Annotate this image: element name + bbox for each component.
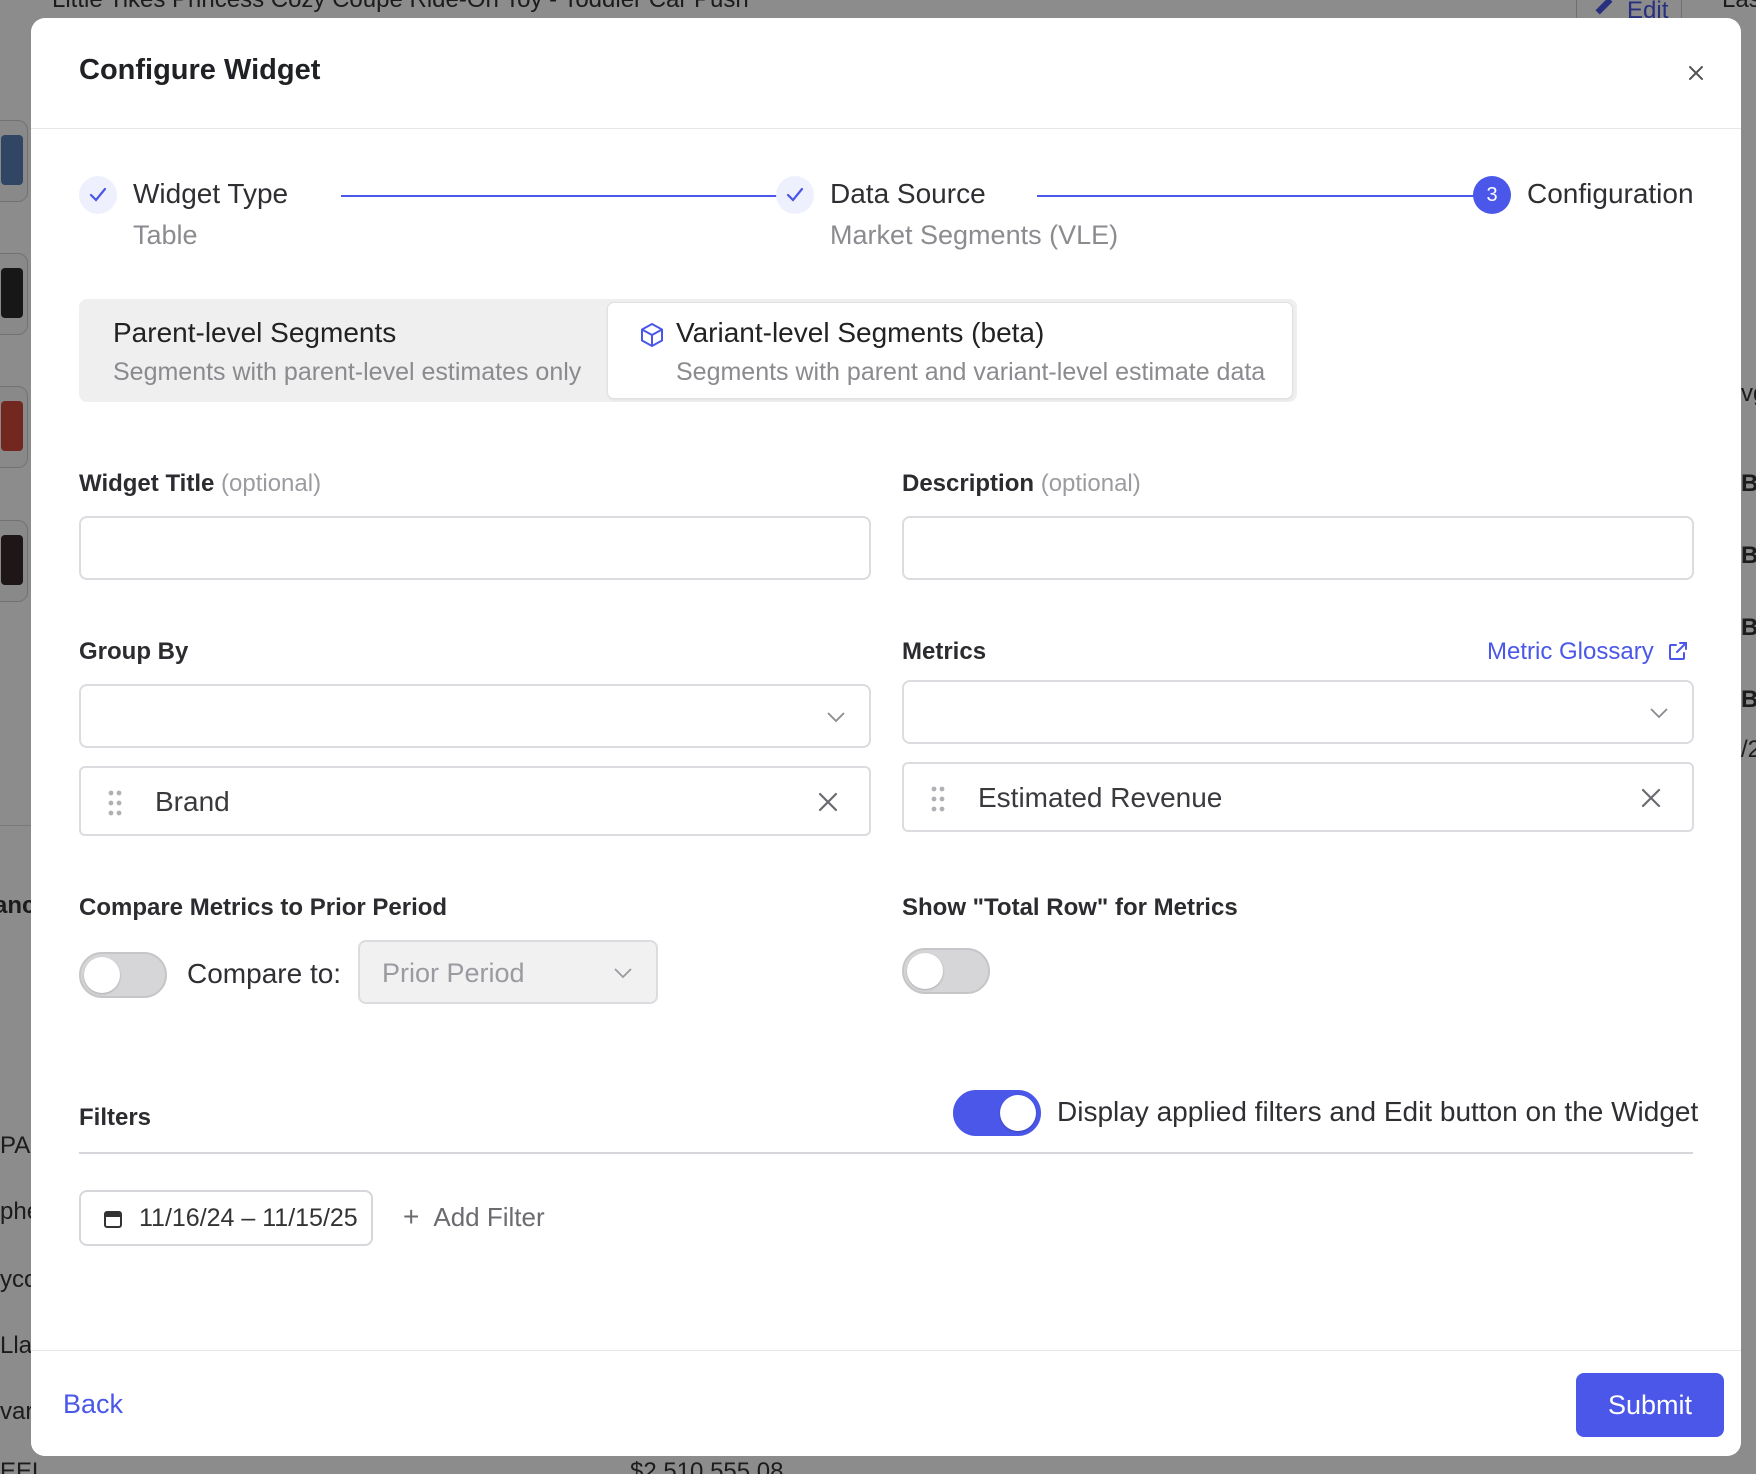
variant-level-segments-option[interactable]: Variant-level Segments (beta) Segments w… <box>607 302 1293 399</box>
metrics-chip[interactable]: Estimated Revenue <box>902 762 1694 832</box>
filters-label: Filters <box>79 1104 152 1131</box>
group-by-chip[interactable]: Brand <box>79 766 871 836</box>
compare-to-label: Compare to: <box>187 958 342 989</box>
group-by-label: Group By <box>79 638 189 665</box>
step-sub: Table <box>133 220 198 250</box>
group-by-select[interactable] <box>79 684 871 748</box>
compare-label: Compare Metrics to Prior Period <box>79 894 448 921</box>
step-connector <box>341 195 783 197</box>
drag-handle-icon[interactable] <box>107 788 123 818</box>
modal-header: Configure Widget <box>31 18 1741 129</box>
configure-widget-modal: Configure Widget Widget Type Table Data … <box>31 18 1741 1456</box>
chevron-down-icon <box>827 712 845 723</box>
step-label: Configuration <box>1527 178 1694 209</box>
remove-icon[interactable] <box>817 791 839 813</box>
compare-to-value: Prior Period <box>382 958 525 988</box>
total-row-toggle[interactable] <box>902 948 990 994</box>
segment-description: Segments with parent-level estimates onl… <box>113 358 582 386</box>
filters-divider <box>79 1152 1693 1154</box>
step-connector <box>1037 195 1479 197</box>
remove-icon[interactable] <box>1640 787 1662 809</box>
step-number-badge: 3 <box>1473 176 1511 214</box>
chip-label: Estimated Revenue <box>978 782 1223 813</box>
toggle-knob <box>907 953 943 989</box>
compare-toggle[interactable] <box>79 952 167 998</box>
total-row-label: Show "Total Row" for Metrics <box>902 894 1238 921</box>
parent-level-segments-option[interactable]: Parent-level Segments Segments with pare… <box>79 299 607 402</box>
submit-button[interactable]: Submit <box>1576 1373 1724 1437</box>
segment-level-selector: Parent-level Segments Segments with pare… <box>79 299 1297 402</box>
widget-title-label: Widget Title (optional) <box>79 470 322 497</box>
back-button[interactable]: Back <box>63 1389 123 1420</box>
toggle-knob <box>1000 1095 1036 1131</box>
step-label: Widget Type <box>133 178 289 209</box>
metrics-select[interactable] <box>902 680 1694 744</box>
description-input[interactable] <box>902 516 1694 580</box>
step-label: Data Source <box>830 178 986 209</box>
external-link-icon <box>1669 642 1688 660</box>
display-filters-label: Display applied filters and Edit button … <box>1057 1096 1699 1127</box>
date-range-filter[interactable]: 11/16/24 – 11/15/25 <box>79 1190 373 1246</box>
date-range-value: 11/16/24 – 11/15/25 <box>139 1204 358 1232</box>
check-icon <box>79 176 117 214</box>
segment-title: Variant-level Segments (beta) <box>676 317 1045 348</box>
add-filter-button[interactable]: + Add Filter <box>403 1201 545 1233</box>
widget-title-input[interactable] <box>79 516 871 580</box>
drag-handle-icon[interactable] <box>930 784 946 814</box>
toggle-knob <box>84 957 120 993</box>
close-icon[interactable] <box>1685 62 1707 84</box>
chevron-down-icon <box>1650 708 1668 719</box>
calendar-icon <box>104 1211 122 1228</box>
segment-description: Segments with parent and variant-level e… <box>676 358 1266 386</box>
metrics-label: Metrics <box>902 638 987 665</box>
metric-glossary-link[interactable]: Metric Glossary <box>1487 638 1690 666</box>
chevron-down-icon <box>614 968 632 979</box>
step-sub: Market Segments (VLE) <box>830 220 1119 250</box>
chip-label: Brand <box>155 786 230 817</box>
stepper: Widget Type Table Data Source Market Seg… <box>79 176 1694 286</box>
display-filters-toggle[interactable] <box>953 1090 1041 1136</box>
compare-to-select: Prior Period <box>358 940 658 1004</box>
segment-title: Parent-level Segments <box>113 317 397 348</box>
modal-footer: Back Submit <box>31 1350 1741 1456</box>
plus-icon: + <box>403 1201 420 1232</box>
cube-icon <box>641 323 663 347</box>
description-label: Description (optional) <box>902 470 1141 497</box>
check-icon <box>776 176 814 214</box>
modal-title: Configure Widget <box>79 54 321 86</box>
